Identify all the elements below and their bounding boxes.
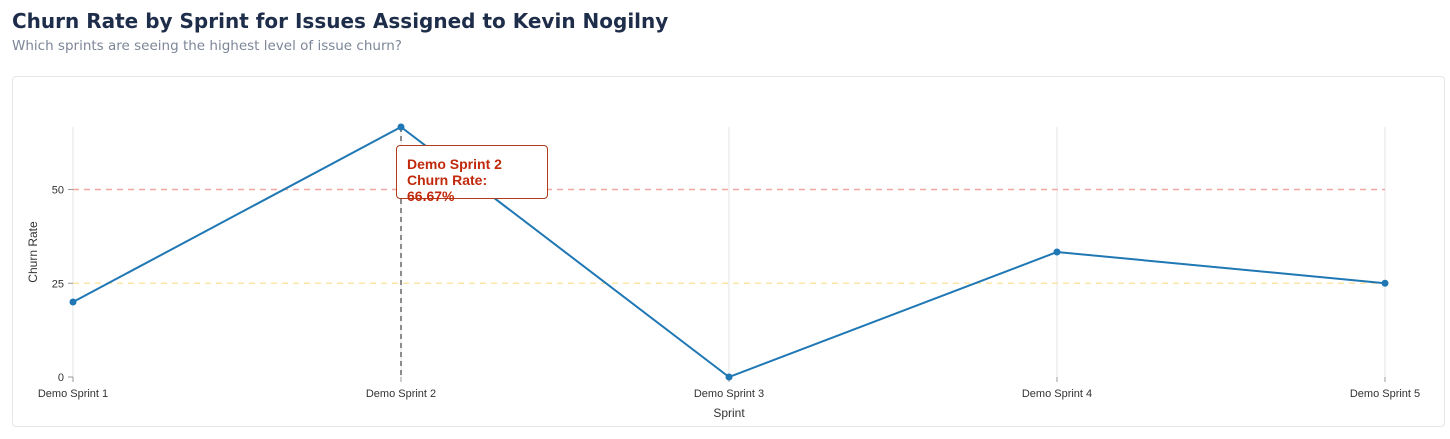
x-tick-label: Demo Sprint 3 [694,388,764,400]
data-point [1053,248,1061,256]
y-tick-label: 0 [58,372,64,384]
churn-line-chart: Demo Sprint 1 Demo Sprint 2 Demo Sprint 3 D… [26,123,1420,420]
x-tick-label: Demo Sprint 5 [1350,388,1420,400]
data-point [397,123,405,131]
x-tick-label: Demo Sprint 1 [38,388,108,400]
tooltip-sprint: Demo Sprint 2 [407,156,502,172]
y-tick-label: 25 [52,278,64,290]
x-tick-label: Demo Sprint 4 [1022,388,1092,400]
chart-tooltip: Demo Sprint 2 Churn Rate: 66.67% [396,145,548,204]
data-point [725,373,733,381]
x-axis-title: Sprint [713,406,745,420]
data-point [1381,279,1389,287]
tooltip-value: Churn Rate: 66.67% [407,172,488,204]
data-point [69,298,77,306]
y-tick-label: 50 [52,185,64,197]
y-axis-title: Churn Rate [26,221,40,283]
x-tick-label: Demo Sprint 2 [366,388,436,400]
